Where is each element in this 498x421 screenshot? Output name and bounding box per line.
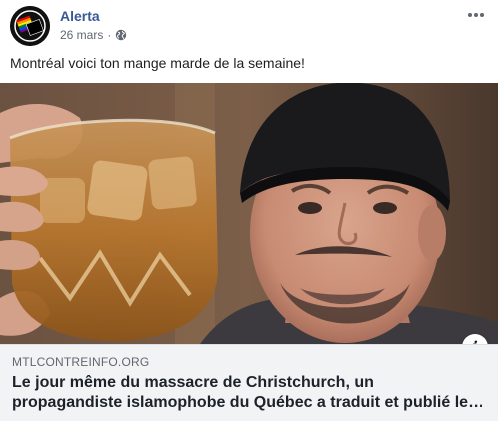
post-date-link[interactable]: 26 mars bbox=[60, 28, 103, 42]
antifa-flag-logo-icon bbox=[10, 6, 50, 46]
post-text: Montréal voici ton mange marde de la sem… bbox=[10, 55, 305, 71]
link-preview-image[interactable] bbox=[0, 83, 498, 344]
post-meta: 26 mars · bbox=[60, 28, 127, 42]
link-headline-line1: Le jour même du massacre de Christchurch… bbox=[12, 374, 374, 391]
post-author-link[interactable]: Alerta bbox=[60, 8, 100, 24]
facebook-post: Alerta 26 mars · Montréal voici ton mang… bbox=[0, 0, 498, 421]
globe-icon[interactable] bbox=[115, 29, 127, 41]
link-preview-card[interactable]: MTLCONTREINFO.ORG Le jour même du massac… bbox=[0, 344, 498, 421]
link-domain: MTLCONTREINFO.ORG bbox=[12, 355, 150, 369]
page-avatar[interactable] bbox=[10, 6, 50, 46]
more-options-icon[interactable] bbox=[466, 8, 486, 22]
post-header: Alerta 26 mars · bbox=[0, 0, 498, 52]
link-headline[interactable]: Le jour même du massacre de Christchurch… bbox=[12, 373, 482, 413]
link-headline-line2: propagandiste islamophobe du Québec a tr… bbox=[12, 394, 482, 411]
meta-separator: · bbox=[107, 28, 112, 42]
